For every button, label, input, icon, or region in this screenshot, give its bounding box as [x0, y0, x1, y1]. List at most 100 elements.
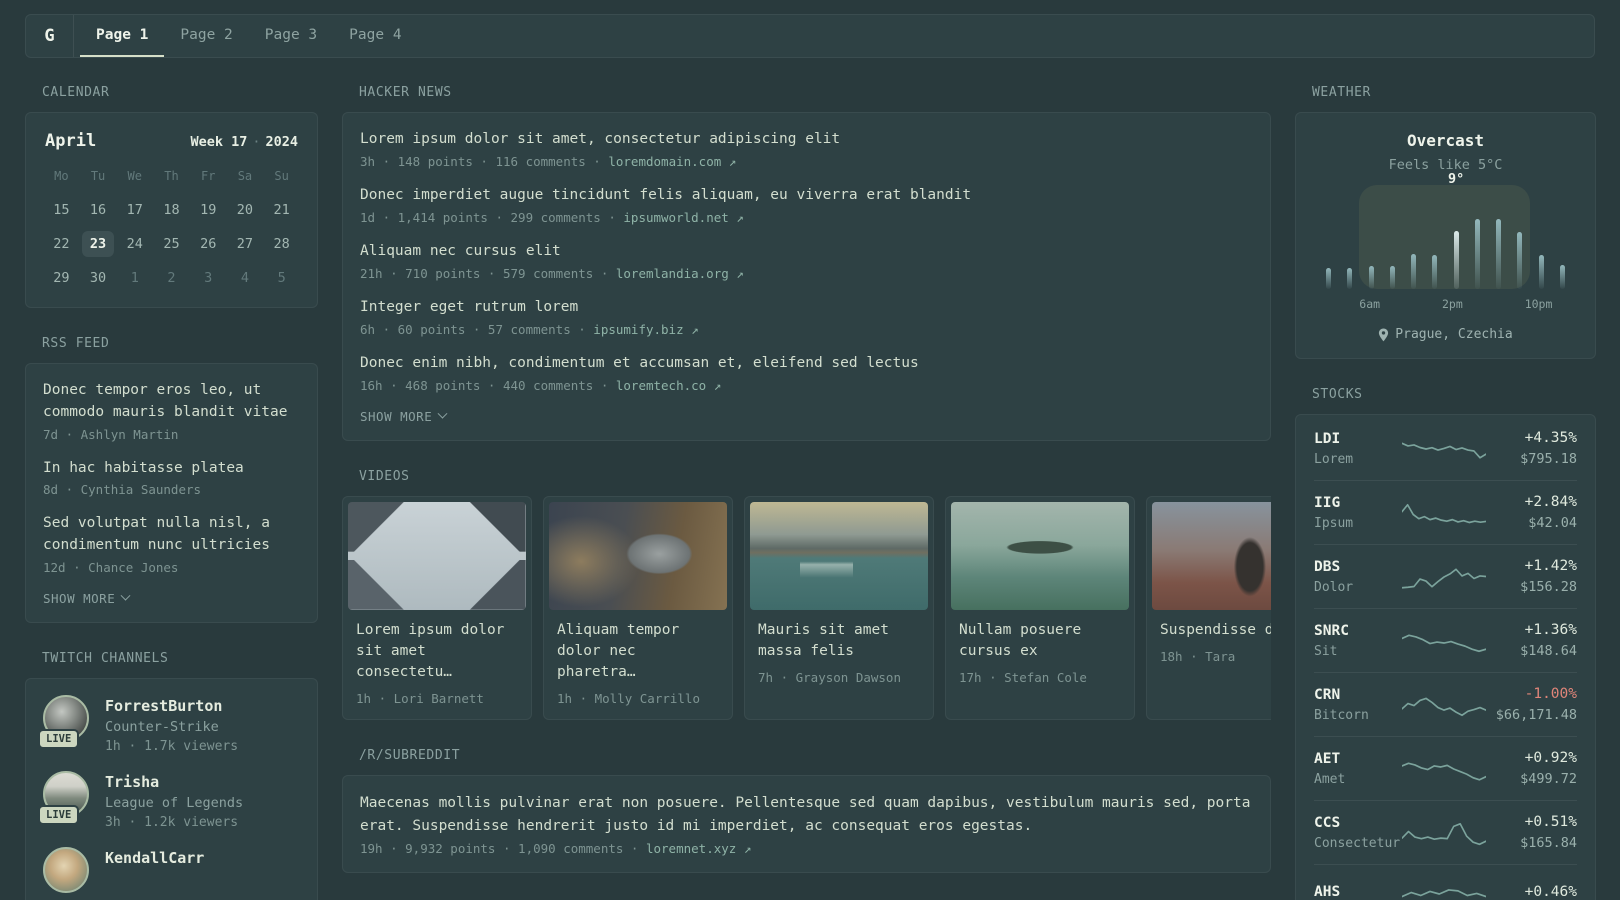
stock-sparkline [1402, 633, 1486, 652]
weather-time-label: 6am [1359, 297, 1381, 311]
video-thumbnail[interactable] [1152, 502, 1271, 611]
rss-item-meta: 7d · Ashlyn Martin [43, 426, 179, 442]
videos-row: Lorem ipsum dolor sit amet consectetu… 1… [342, 496, 1271, 721]
video-card[interactable]: Lorem ipsum dolor sit amet consectetu… 1… [342, 496, 532, 721]
calendar-day: 4 [240, 270, 249, 286]
hn-item-meta: 3h · 148 points · 116 comments · loremdo… [360, 154, 737, 170]
video-title[interactable]: Suspendisse diam [1152, 620, 1271, 641]
calendar-dow: Sa [237, 169, 253, 183]
weather-time-label [1421, 297, 1442, 311]
stock-name: Bitcorn [1314, 707, 1369, 723]
calendar-title: CALENDAR [42, 85, 110, 100]
calendar-day: 22 [53, 236, 70, 252]
weather-bar [1318, 217, 1339, 289]
twitch-channel-row[interactable]: KendallCarr [43, 846, 300, 900]
weather-chart: 9° [1318, 171, 1573, 289]
tab-page-3[interactable]: Page 3 [249, 15, 333, 57]
rss-title: RSS FEED [42, 336, 110, 351]
weather-time-label [1318, 297, 1339, 311]
stock-change: +2.84% [1524, 494, 1577, 510]
twitch-channel-name[interactable]: KendallCarr [105, 847, 204, 867]
calendar-day: 29 [53, 270, 70, 286]
hn-item-domain-link[interactable]: loremtech.co ↗ [616, 378, 721, 393]
stock-sparkline [1402, 761, 1486, 781]
hn-item: Integer eget rutrum lorem 6h · 60 points… [360, 297, 1253, 337]
stock-change: +0.51% [1524, 814, 1577, 830]
calendar-month: April [45, 131, 97, 151]
rss-item-title[interactable]: Donec tempor eros leo, ut commodo mauris… [43, 380, 300, 424]
rss-show-more-button[interactable]: SHOW MORE [43, 590, 131, 606]
nav-tabs: Page 1 Page 2 Page 3 Page 4 [74, 15, 418, 57]
hacker-news-card: Lorem ipsum dolor sit amet, consectetur … [342, 112, 1271, 442]
avatar [43, 846, 89, 893]
stock-sparkline [1402, 441, 1486, 459]
stock-price: $42.04 [1528, 515, 1577, 531]
video-title[interactable]: Mauris sit amet massa felis [750, 620, 928, 662]
hn-item-domain-link[interactable]: ipsumify.biz ↗ [593, 322, 698, 337]
reddit-post-domain-link[interactable]: loremnet.xyz ↗ [646, 841, 751, 856]
twitch-channel-category: League of Legends [105, 794, 244, 811]
calendar-day: 28 [273, 236, 290, 252]
stock-symbol: IIG [1314, 494, 1341, 511]
video-title[interactable]: Lorem ipsum dolor sit amet consectetu… [348, 620, 526, 683]
twitch-channel-meta: 1h · 1.7k viewers [105, 738, 239, 754]
stock-row[interactable]: LDI Lorem +4.35% $795.18 [1314, 417, 1577, 480]
tab-page-2[interactable]: Page 2 [164, 15, 248, 57]
stock-row[interactable]: AHS +0.46% [1314, 864, 1577, 900]
hn-item-title[interactable]: Donec imperdiet augue tincidunt felis al… [360, 185, 1253, 206]
video-title[interactable]: Nullam posuere cursus ex [951, 620, 1129, 662]
stock-row[interactable]: DBS Dolor +1.42% $156.28 [1314, 544, 1577, 608]
stock-symbol: AET [1314, 750, 1341, 767]
videos-widget: VIDEOS Lorem ipsum dolor sit amet consec… [342, 469, 1271, 721]
video-card[interactable]: Mauris sit amet massa felis 7h · Grayson… [744, 496, 934, 721]
twitch-channel-name[interactable]: Trisha [105, 771, 243, 791]
tab-page-4[interactable]: Page 4 [333, 15, 417, 57]
video-thumbnail[interactable] [750, 502, 928, 611]
stock-price: $165.84 [1520, 835, 1577, 851]
tab-page-1[interactable]: Page 1 [80, 15, 165, 57]
weather-time-labels: 6am 2pm 10pm [1318, 297, 1573, 311]
hn-item-title[interactable]: Aliquam nec cursus elit [360, 241, 1253, 262]
stock-row[interactable]: CCS Consectetur +0.51% $165.84 [1314, 800, 1577, 864]
video-thumbnail[interactable] [348, 502, 526, 611]
twitch-channel-row[interactable]: LIVE ForrestBurton Counter-Strike 1h · 1… [38, 694, 300, 754]
stock-sparkline [1402, 822, 1486, 845]
rss-item-title[interactable]: Sed volutpat nulla nisl, a condimentum n… [43, 513, 300, 557]
hn-item-title[interactable]: Integer eget rutrum lorem [360, 297, 1253, 318]
weather-card: Overcast Feels like 5°C 9° 6am 2pm 10pm Pr… [1295, 112, 1596, 359]
stock-symbol: SNRC [1314, 622, 1349, 639]
twitch-channel-name[interactable]: ForrestBurton [105, 695, 238, 715]
hn-item-title[interactable]: Donec enim nibh, condimentum et accumsan… [360, 353, 1253, 374]
calendar-day: 18 [163, 202, 180, 218]
video-title[interactable]: Aliquam tempor dolor nec pharetra… [549, 620, 727, 683]
rss-item-title[interactable]: In hac habitasse platea [43, 458, 300, 480]
twitch-channel-row[interactable]: LIVE Trisha League of Legends 3h · 1.2k … [38, 770, 300, 830]
hn-item-domain-link[interactable]: loremlandia.org ↗ [616, 266, 744, 281]
video-thumbnail[interactable] [951, 502, 1129, 611]
hn-show-more-button[interactable]: SHOW MORE [360, 408, 448, 424]
stock-price: $795.18 [1520, 451, 1577, 467]
rss-item: Donec tempor eros leo, ut commodo mauris… [43, 380, 300, 442]
video-thumbnail[interactable] [549, 502, 727, 611]
stock-change: +4.35% [1524, 430, 1577, 446]
hn-item-domain-link[interactable]: ipsumworld.net ↗ [623, 210, 743, 225]
video-card[interactable]: Nullam posuere cursus ex 17h · Stefan Co… [945, 496, 1135, 721]
stock-row[interactable]: CRN Bitcorn -1.00% $66,171.48 [1314, 672, 1577, 736]
video-card[interactable]: Aliquam tempor dolor nec pharetra… 1h · … [543, 496, 733, 721]
live-badge: LIVE [38, 804, 80, 825]
hn-item-title[interactable]: Lorem ipsum dolor sit amet, consectetur … [360, 129, 1253, 150]
stock-name: Ipsum [1314, 515, 1354, 531]
reddit-post-title[interactable]: Maecenas mollis pulvinar erat non posuer… [360, 792, 1253, 837]
stock-sparkline [1402, 889, 1486, 898]
calendar-day: 17 [126, 202, 143, 218]
stock-row[interactable]: AET Amet +0.92% $499.72 [1314, 736, 1577, 800]
stock-row[interactable]: IIG Ipsum +2.84% $42.04 [1314, 480, 1577, 544]
stock-row[interactable]: SNRC Sit +1.36% $148.64 [1314, 608, 1577, 672]
hn-item-domain-link[interactable]: loremdomain.com ↗ [608, 154, 736, 169]
twitch-avatar-wrap: LIVE [38, 770, 89, 825]
stock-name: Lorem [1314, 451, 1354, 467]
calendar-card: April Week 17 · 2024 Mo Tu We Th Fr Sa Su … [25, 112, 318, 308]
weather-time-label [1504, 297, 1525, 311]
video-card[interactable]: Suspendisse diam 18h · Tara [1146, 496, 1271, 721]
twitch-avatar-wrap: LIVE [38, 694, 89, 749]
